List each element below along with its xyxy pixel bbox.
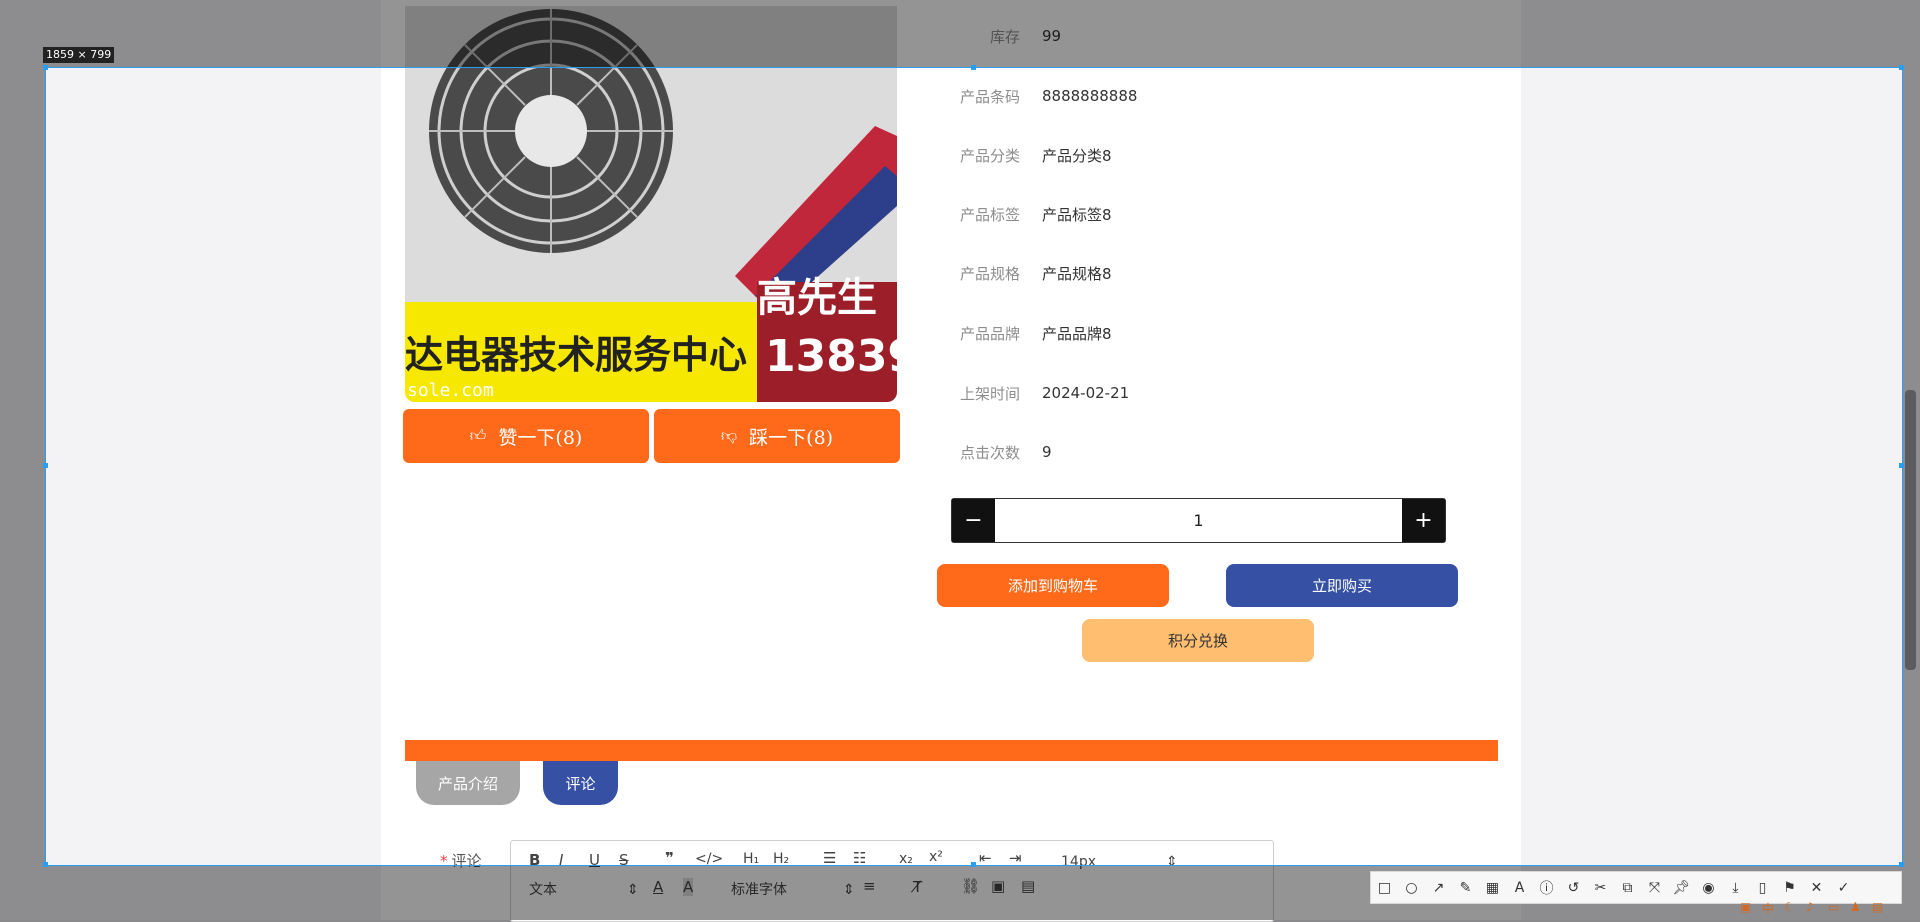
rectangle-icon[interactable]: □ <box>1371 880 1398 896</box>
capture-selection[interactable] <box>45 67 1903 866</box>
phone-icon[interactable]: ▯ <box>1749 880 1776 896</box>
translate-icon[interactable]: ⧉ <box>1614 880 1641 896</box>
arrow-icon[interactable]: ↗ <box>1425 880 1452 896</box>
pin-icon[interactable]: 📌︎ <box>1668 880 1695 896</box>
tray-icon[interactable]: ▭ <box>1828 900 1839 914</box>
resize-handle[interactable] <box>971 862 976 867</box>
tray-icon[interactable]: ☾ <box>1784 900 1795 914</box>
resize-handle[interactable] <box>43 463 48 468</box>
scissors-icon[interactable]: ✂ <box>1587 880 1614 896</box>
tray-icon[interactable]: 中 <box>1762 900 1774 917</box>
close-icon[interactable]: ✕ <box>1803 880 1830 896</box>
resize-handle[interactable] <box>1899 65 1904 70</box>
page-scrollbar[interactable] <box>1905 390 1916 670</box>
extract-icon[interactable]: ⤧ <box>1641 880 1668 896</box>
pen-icon[interactable]: ✎ <box>1452 880 1479 896</box>
resize-handle[interactable] <box>43 65 48 70</box>
resize-handle[interactable] <box>43 862 48 867</box>
undo-icon[interactable]: ↺ <box>1560 880 1587 896</box>
mosaic-icon[interactable]: ▦ <box>1479 880 1506 896</box>
resize-handle[interactable] <box>1899 463 1904 468</box>
capture-size-label: 1859 × 799 <box>43 47 115 63</box>
text-icon[interactable]: A <box>1506 880 1533 896</box>
screenshot-toolbar: □ ○ ↗ ✎ ▦ A ⓘ ↺ ✂ ⧉ ⤧ 📌︎ ◉ ⤓ ▯ ⚑ ✕ ✓ <box>1370 871 1902 904</box>
tray-icon[interactable]: ♟ <box>1850 900 1861 914</box>
record-icon[interactable]: ◉ <box>1695 880 1722 896</box>
resize-handle[interactable] <box>971 65 976 70</box>
ellipse-icon[interactable]: ○ <box>1398 880 1425 896</box>
resize-handle[interactable] <box>1899 862 1904 867</box>
tray-icon[interactable]: ♪ <box>1806 900 1814 914</box>
number-icon[interactable]: ⓘ <box>1533 878 1560 898</box>
capture-dim-top <box>0 0 1920 67</box>
tray-icon[interactable]: ▣ <box>1740 900 1751 914</box>
tray-icon[interactable]: ▤ <box>1872 900 1883 914</box>
confirm-icon[interactable]: ✓ <box>1830 880 1857 896</box>
capture-dim-left <box>0 67 45 866</box>
bookmark-icon[interactable]: ⚑ <box>1776 880 1803 896</box>
download-icon[interactable]: ⤓ <box>1722 880 1749 896</box>
